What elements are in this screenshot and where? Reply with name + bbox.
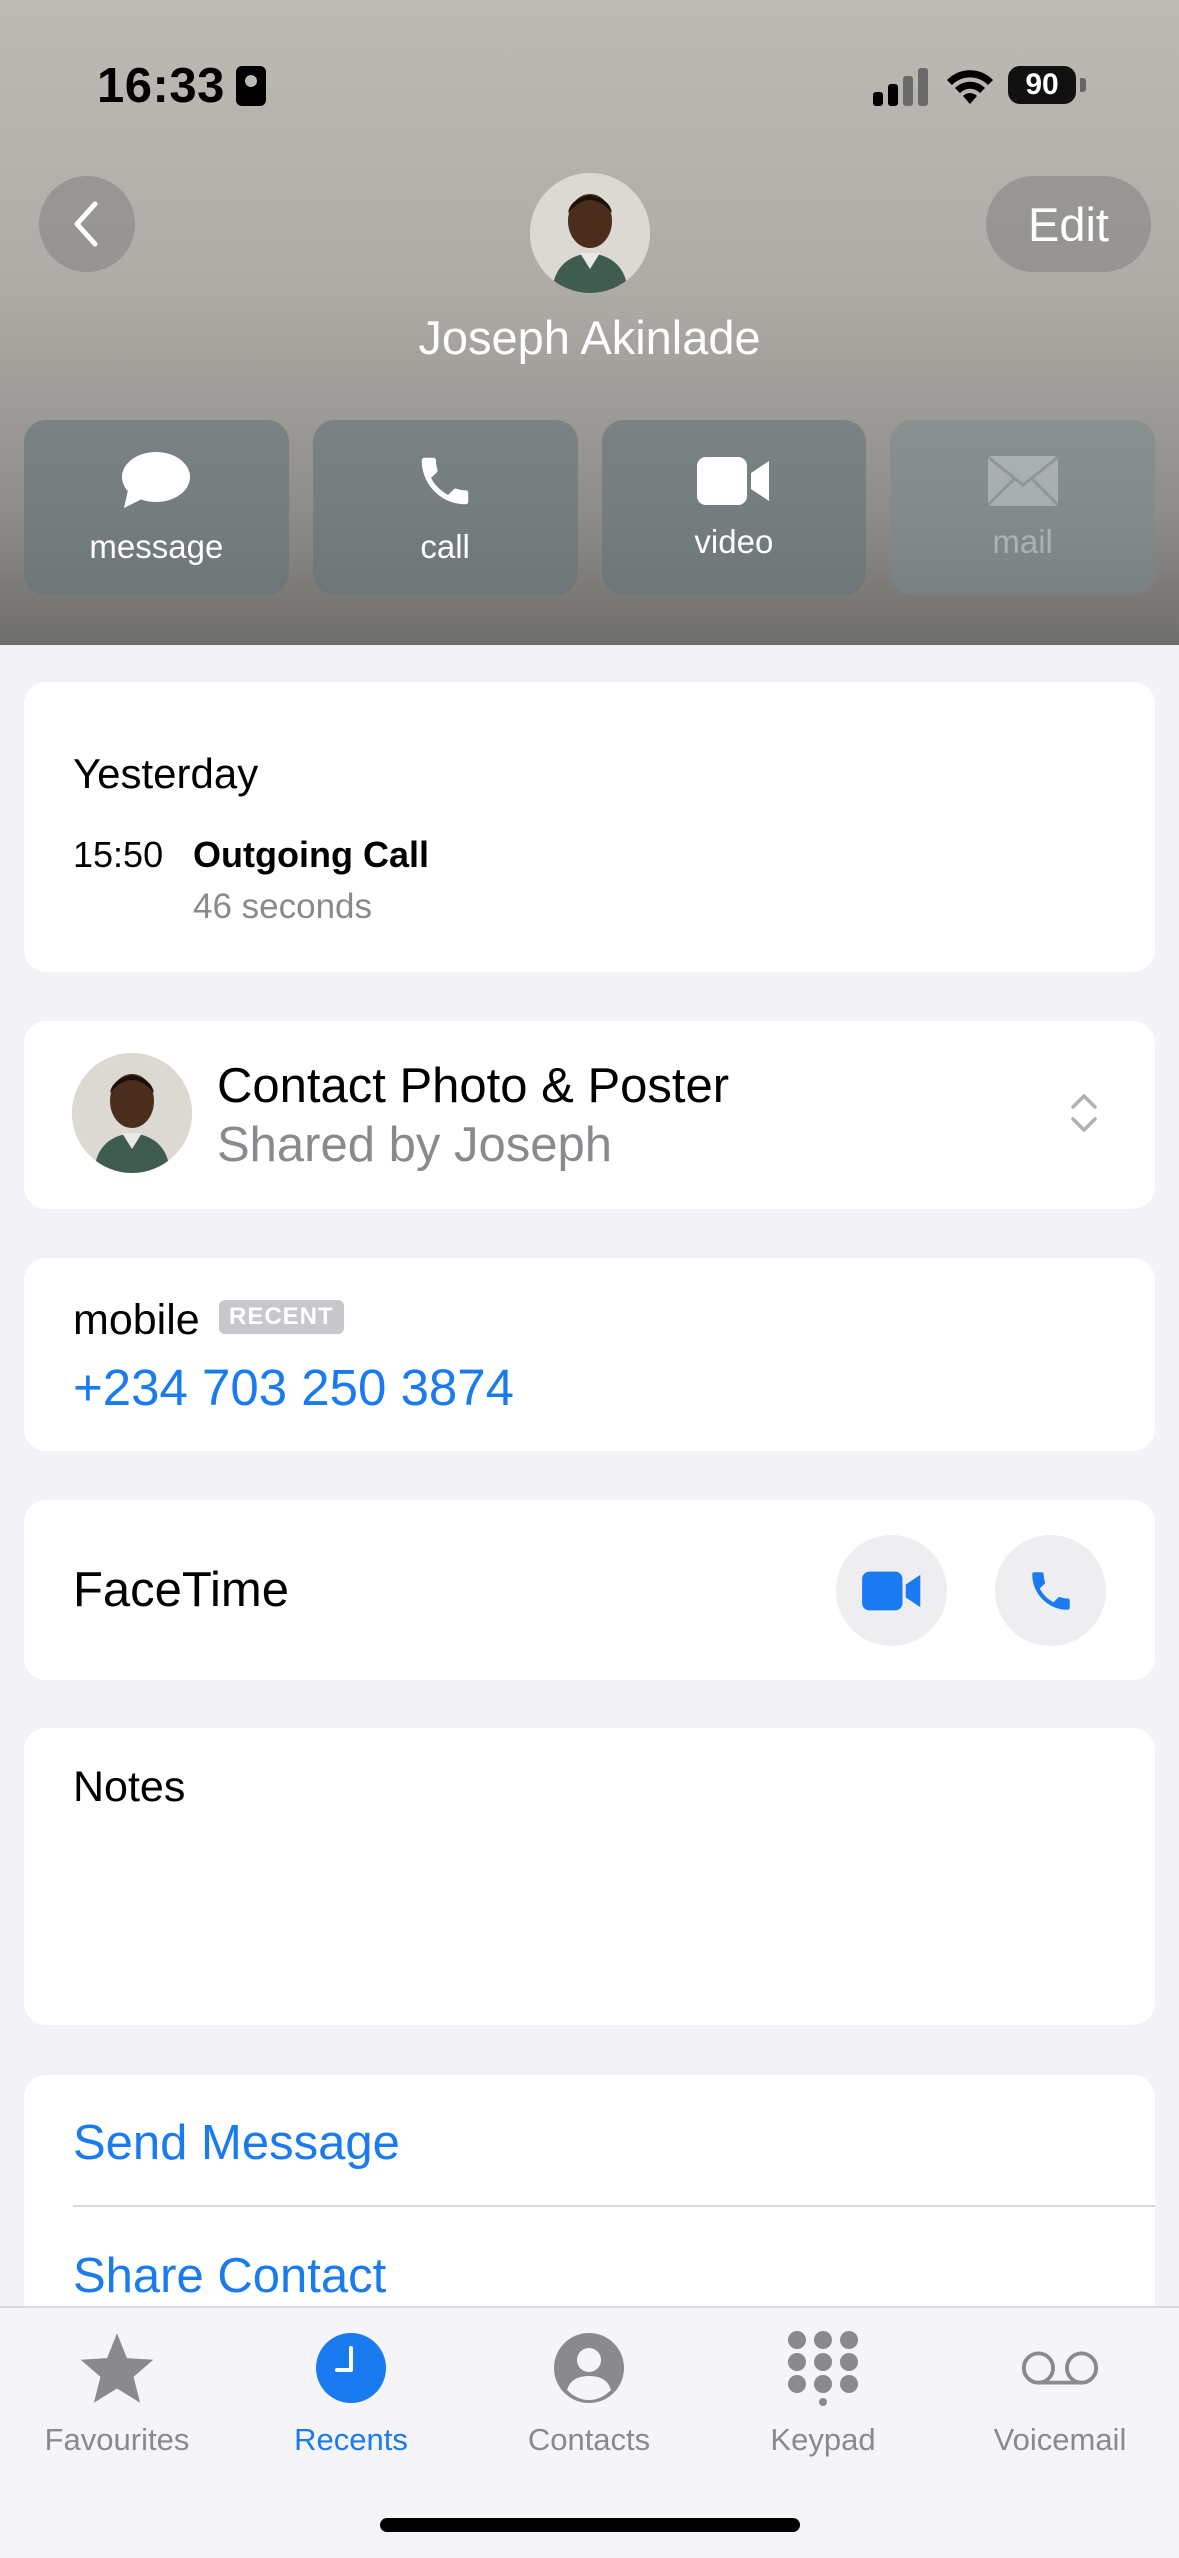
mail-action-button[interactable]: mail [890, 420, 1155, 595]
tab-keypad-label: Keypad [770, 2422, 876, 2457]
message-action-button[interactable]: message [24, 420, 289, 595]
tab-recents[interactable]: Recents [236, 2328, 466, 2458]
status-time: 16:33 [97, 59, 225, 113]
keypad-icon [788, 2331, 858, 2406]
video-camera-icon [696, 456, 769, 505]
phone-icon [1031, 1571, 1070, 1610]
tab-voicemail-label: Voicemail [993, 2422, 1127, 2457]
contact-photo-thumbnail [72, 1053, 192, 1173]
person-photo-icon [72, 1053, 192, 1173]
recent-call-time: 15:50 [73, 834, 164, 875]
list-divider [73, 2205, 1155, 2207]
tab-favourites-label: Favourites [44, 2422, 190, 2457]
call-action-button[interactable]: call [312, 420, 578, 595]
edit-button[interactable]: Edit [986, 176, 1151, 272]
phone-icon [421, 457, 469, 504]
share-contact-link[interactable]: Share Contact [73, 2248, 386, 2304]
battery-tip [1080, 78, 1086, 92]
notes-label: Notes [73, 1763, 186, 1811]
tab-contacts[interactable]: Contacts [474, 2328, 704, 2458]
mobile-number-card[interactable]: mobile RECENT +234 703 250 3874 [24, 1258, 1155, 1451]
wifi-icon [947, 70, 993, 104]
recent-call-day: Yesterday [73, 750, 259, 797]
video-camera-icon [861, 1571, 920, 1610]
recent-call-duration: 46 seconds [193, 887, 373, 926]
recent-call-type: Outgoing Call [193, 834, 429, 875]
tab-contacts-label: Contacts [527, 2422, 651, 2457]
contact-card-icon [236, 66, 266, 106]
facetime-label: FaceTime [73, 1563, 290, 1617]
clock-icon [316, 2333, 386, 2403]
tab-favourites[interactable]: Favourites [2, 2328, 232, 2458]
facetime-video-button[interactable] [836, 1535, 947, 1646]
envelope-icon [987, 455, 1058, 506]
recent-call-card: Yesterday 15:50 Outgoing Call 46 seconds [24, 682, 1155, 972]
back-button[interactable] [39, 176, 135, 272]
contact-name: Joseph Akinlade [418, 311, 761, 364]
person-circle-icon [554, 2333, 624, 2403]
person-photo-icon [530, 173, 650, 293]
recent-badge: RECENT [219, 1300, 344, 1334]
notes-card[interactable]: Notes [24, 1728, 1155, 2025]
tab-voicemail[interactable]: Voicemail [945, 2328, 1175, 2458]
contact-avatar[interactable] [530, 173, 650, 293]
contact-photo-poster-row[interactable]: Contact Photo & Poster Shared by Joseph [24, 1021, 1155, 1209]
battery-indicator: 90 [1008, 66, 1076, 104]
star-icon [80, 2333, 154, 2403]
tab-keypad[interactable]: Keypad [708, 2328, 938, 2458]
status-bar: 16:33 90 [0, 0, 1179, 160]
video-action-button[interactable]: video [601, 420, 867, 595]
home-indicator[interactable] [380, 2518, 800, 2532]
contact-photo-title: Contact Photo & Poster [217, 1059, 730, 1113]
send-message-link[interactable]: Send Message [73, 2115, 400, 2171]
facetime-audio-button[interactable] [995, 1535, 1106, 1646]
chevron-up-down-icon [1071, 1094, 1097, 1132]
mobile-label: mobile [73, 1296, 200, 1344]
chevron-left-icon [74, 201, 98, 247]
quick-actions: message call video mail [24, 420, 1155, 595]
cellular-signal-icon [873, 66, 929, 106]
mail-action-label: mail [992, 522, 1053, 560]
voicemail-icon [1021, 2351, 1099, 2385]
phone-number-link[interactable]: +234 703 250 3874 [73, 1358, 514, 1417]
video-action-label: video [694, 522, 774, 560]
call-action-label: call [420, 527, 470, 565]
contact-photo-subtitle: Shared by Joseph [217, 1118, 612, 1172]
tab-recents-label: Recents [294, 2422, 408, 2457]
message-action-label: message [89, 527, 224, 565]
message-bubble-icon [122, 451, 191, 508]
facetime-card: FaceTime [24, 1500, 1155, 1680]
contact-header: 16:33 90 Edit Joseph Akinlade message ca… [0, 0, 1179, 645]
